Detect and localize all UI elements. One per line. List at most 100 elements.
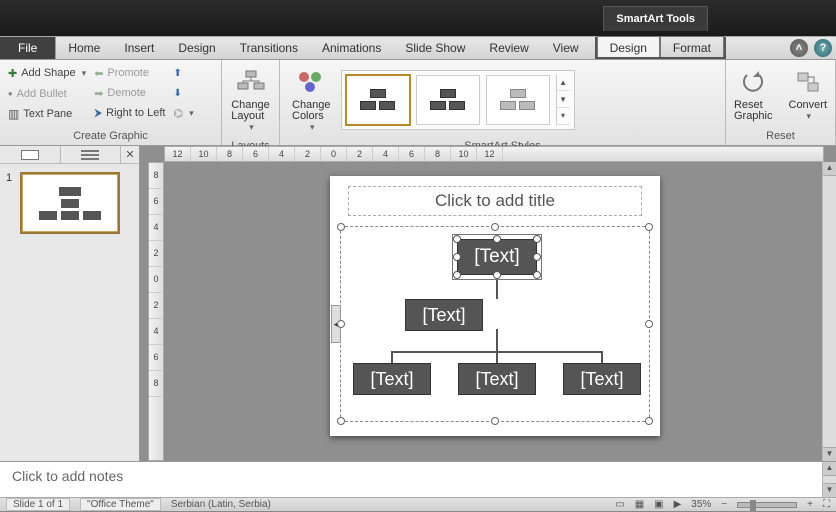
- gallery-down-button[interactable]: ▼: [557, 91, 570, 108]
- zoom-slider[interactable]: [737, 502, 797, 508]
- change-layout-icon: [235, 66, 267, 98]
- change-colors-button[interactable]: Change Colors: [286, 64, 337, 135]
- promote-button[interactable]: ⬅Promote: [92, 64, 167, 82]
- node-handle[interactable]: [453, 253, 461, 261]
- tab-smartart-design[interactable]: Design: [597, 36, 660, 57]
- view-normal-button[interactable]: ▭: [615, 499, 624, 510]
- node-handle[interactable]: [493, 271, 501, 279]
- slides-tab[interactable]: [0, 146, 61, 163]
- change-colors-icon: [295, 66, 327, 98]
- notes-scrollbar[interactable]: ▲ ▼: [822, 462, 836, 497]
- status-theme: "Office Theme": [80, 498, 161, 511]
- fit-to-window-button[interactable]: ⛶: [823, 499, 830, 510]
- tab-file[interactable]: File: [0, 37, 56, 59]
- resize-handle-se[interactable]: [645, 417, 653, 425]
- resize-handle-s[interactable]: [491, 417, 499, 425]
- tab-home[interactable]: Home: [56, 37, 112, 59]
- zoom-level[interactable]: 35%: [691, 499, 711, 510]
- move-up-button[interactable]: [171, 64, 195, 82]
- org-node-label: [Text]: [475, 369, 518, 390]
- view-reading-button[interactable]: ▣: [654, 499, 663, 510]
- group-smartart-styles: Change Colors ▲ ▼ ▾ SmartArt Styles: [280, 60, 726, 145]
- org-chart: [Text] [Text] [Te: [347, 233, 643, 415]
- hierarchy-icon: [173, 107, 183, 120]
- resize-handle-ne[interactable]: [645, 223, 653, 231]
- close-panel-button[interactable]: ✕: [121, 146, 139, 163]
- node-handle[interactable]: [533, 235, 541, 243]
- resize-handle-nw[interactable]: [337, 223, 345, 231]
- style-item-2[interactable]: [416, 75, 480, 125]
- scroll-down-button[interactable]: ▼: [823, 483, 836, 497]
- arrow-up-icon: [173, 67, 181, 79]
- tab-animations[interactable]: Animations: [310, 37, 393, 59]
- gallery-scroll: ▲ ▼ ▾: [556, 75, 570, 125]
- tab-review[interactable]: Review: [477, 37, 540, 59]
- scroll-up-button[interactable]: ▲: [823, 162, 836, 176]
- tab-transitions[interactable]: Transitions: [228, 37, 310, 59]
- group-layouts: Change Layout Layouts: [222, 60, 280, 145]
- tab-insert[interactable]: Insert: [112, 37, 166, 59]
- node-handle[interactable]: [493, 235, 501, 243]
- notes-pane[interactable]: Click to add notes ▲ ▼: [0, 461, 836, 497]
- view-slideshow-button[interactable]: ▶: [674, 499, 682, 510]
- resize-handle-e[interactable]: [645, 320, 653, 328]
- title-bar: SmartArt Tools: [0, 0, 836, 36]
- convert-button[interactable]: Convert: [783, 64, 834, 124]
- org-node-child-2[interactable]: [Text]: [458, 363, 536, 395]
- slide-thumbnail-1[interactable]: 1: [6, 172, 133, 234]
- node-handle[interactable]: [453, 235, 461, 243]
- add-bullet-button[interactable]: Add Bullet: [6, 84, 88, 103]
- gallery-more-button[interactable]: ▾: [557, 108, 570, 125]
- style-item-1[interactable]: [346, 75, 410, 125]
- tab-view[interactable]: View: [541, 37, 591, 59]
- tab-design[interactable]: Design: [166, 37, 227, 59]
- resize-handle-sw[interactable]: [337, 417, 345, 425]
- title-placeholder[interactable]: Click to add title: [348, 186, 642, 216]
- outline-tab[interactable]: [61, 146, 122, 163]
- org-node-assistant[interactable]: [Text]: [405, 299, 483, 331]
- org-node-child-1[interactable]: [Text]: [353, 363, 431, 395]
- reset-icon: [737, 66, 769, 98]
- gallery-up-button[interactable]: ▲: [557, 75, 570, 92]
- zoom-out-button[interactable]: −: [721, 499, 727, 510]
- minimize-ribbon-button[interactable]: ˄: [790, 39, 808, 57]
- status-bar: Slide 1 of 1 "Office Theme" Serbian (Lat…: [0, 497, 836, 511]
- add-shape-button[interactable]: Add Shape: [6, 64, 88, 82]
- arrow-down-icon: [173, 87, 181, 99]
- style-item-3[interactable]: [486, 75, 550, 125]
- smartart-frame[interactable]: ◂: [340, 226, 650, 422]
- tab-smartart-format[interactable]: Format: [660, 36, 724, 57]
- node-handle[interactable]: [453, 271, 461, 279]
- move-down-button[interactable]: [171, 84, 195, 102]
- view-sorter-button[interactable]: ▦: [635, 499, 644, 510]
- text-pane-icon: [8, 107, 19, 121]
- slide-canvas[interactable]: Click to add title ◂: [330, 176, 660, 436]
- zoom-in-button[interactable]: +: [807, 499, 813, 510]
- slide-number: 1: [6, 172, 16, 234]
- scroll-down-button[interactable]: ▼: [823, 447, 836, 461]
- node-handle[interactable]: [533, 271, 541, 279]
- org-node-label: [Text]: [474, 246, 519, 268]
- demote-button[interactable]: ➡Demote: [92, 84, 167, 102]
- status-language[interactable]: Serbian (Latin, Serbia): [171, 499, 271, 510]
- org-node-child-3[interactable]: [Text]: [563, 363, 641, 395]
- resize-handle-n[interactable]: [491, 223, 499, 231]
- reset-graphic-button[interactable]: Reset Graphic: [728, 64, 779, 124]
- tab-slideshow[interactable]: Slide Show: [393, 37, 477, 59]
- change-layout-button[interactable]: Change Layout: [225, 64, 276, 135]
- slide-editor: 12108642024681012 864202468 Click to add…: [140, 146, 836, 461]
- contextual-tab-smartart: SmartArt Tools: [603, 6, 708, 31]
- horizontal-ruler: 12108642024681012: [164, 146, 824, 162]
- org-node-top[interactable]: [Text]: [457, 239, 537, 275]
- right-to-left-button[interactable]: Right to Left: [92, 104, 167, 122]
- scroll-up-button[interactable]: ▲: [823, 462, 836, 476]
- resize-handle-w[interactable]: [337, 320, 345, 328]
- status-slide-count: Slide 1 of 1: [6, 498, 70, 511]
- node-handle[interactable]: [533, 253, 541, 261]
- text-pane-button[interactable]: Text Pane: [6, 105, 88, 123]
- layout-org-button[interactable]: [171, 104, 195, 122]
- editor-scrollbar[interactable]: ▲ ▼: [822, 162, 836, 461]
- notes-placeholder: Click to add notes: [12, 468, 123, 484]
- help-button[interactable]: ?: [814, 39, 832, 57]
- plus-icon: [8, 67, 17, 80]
